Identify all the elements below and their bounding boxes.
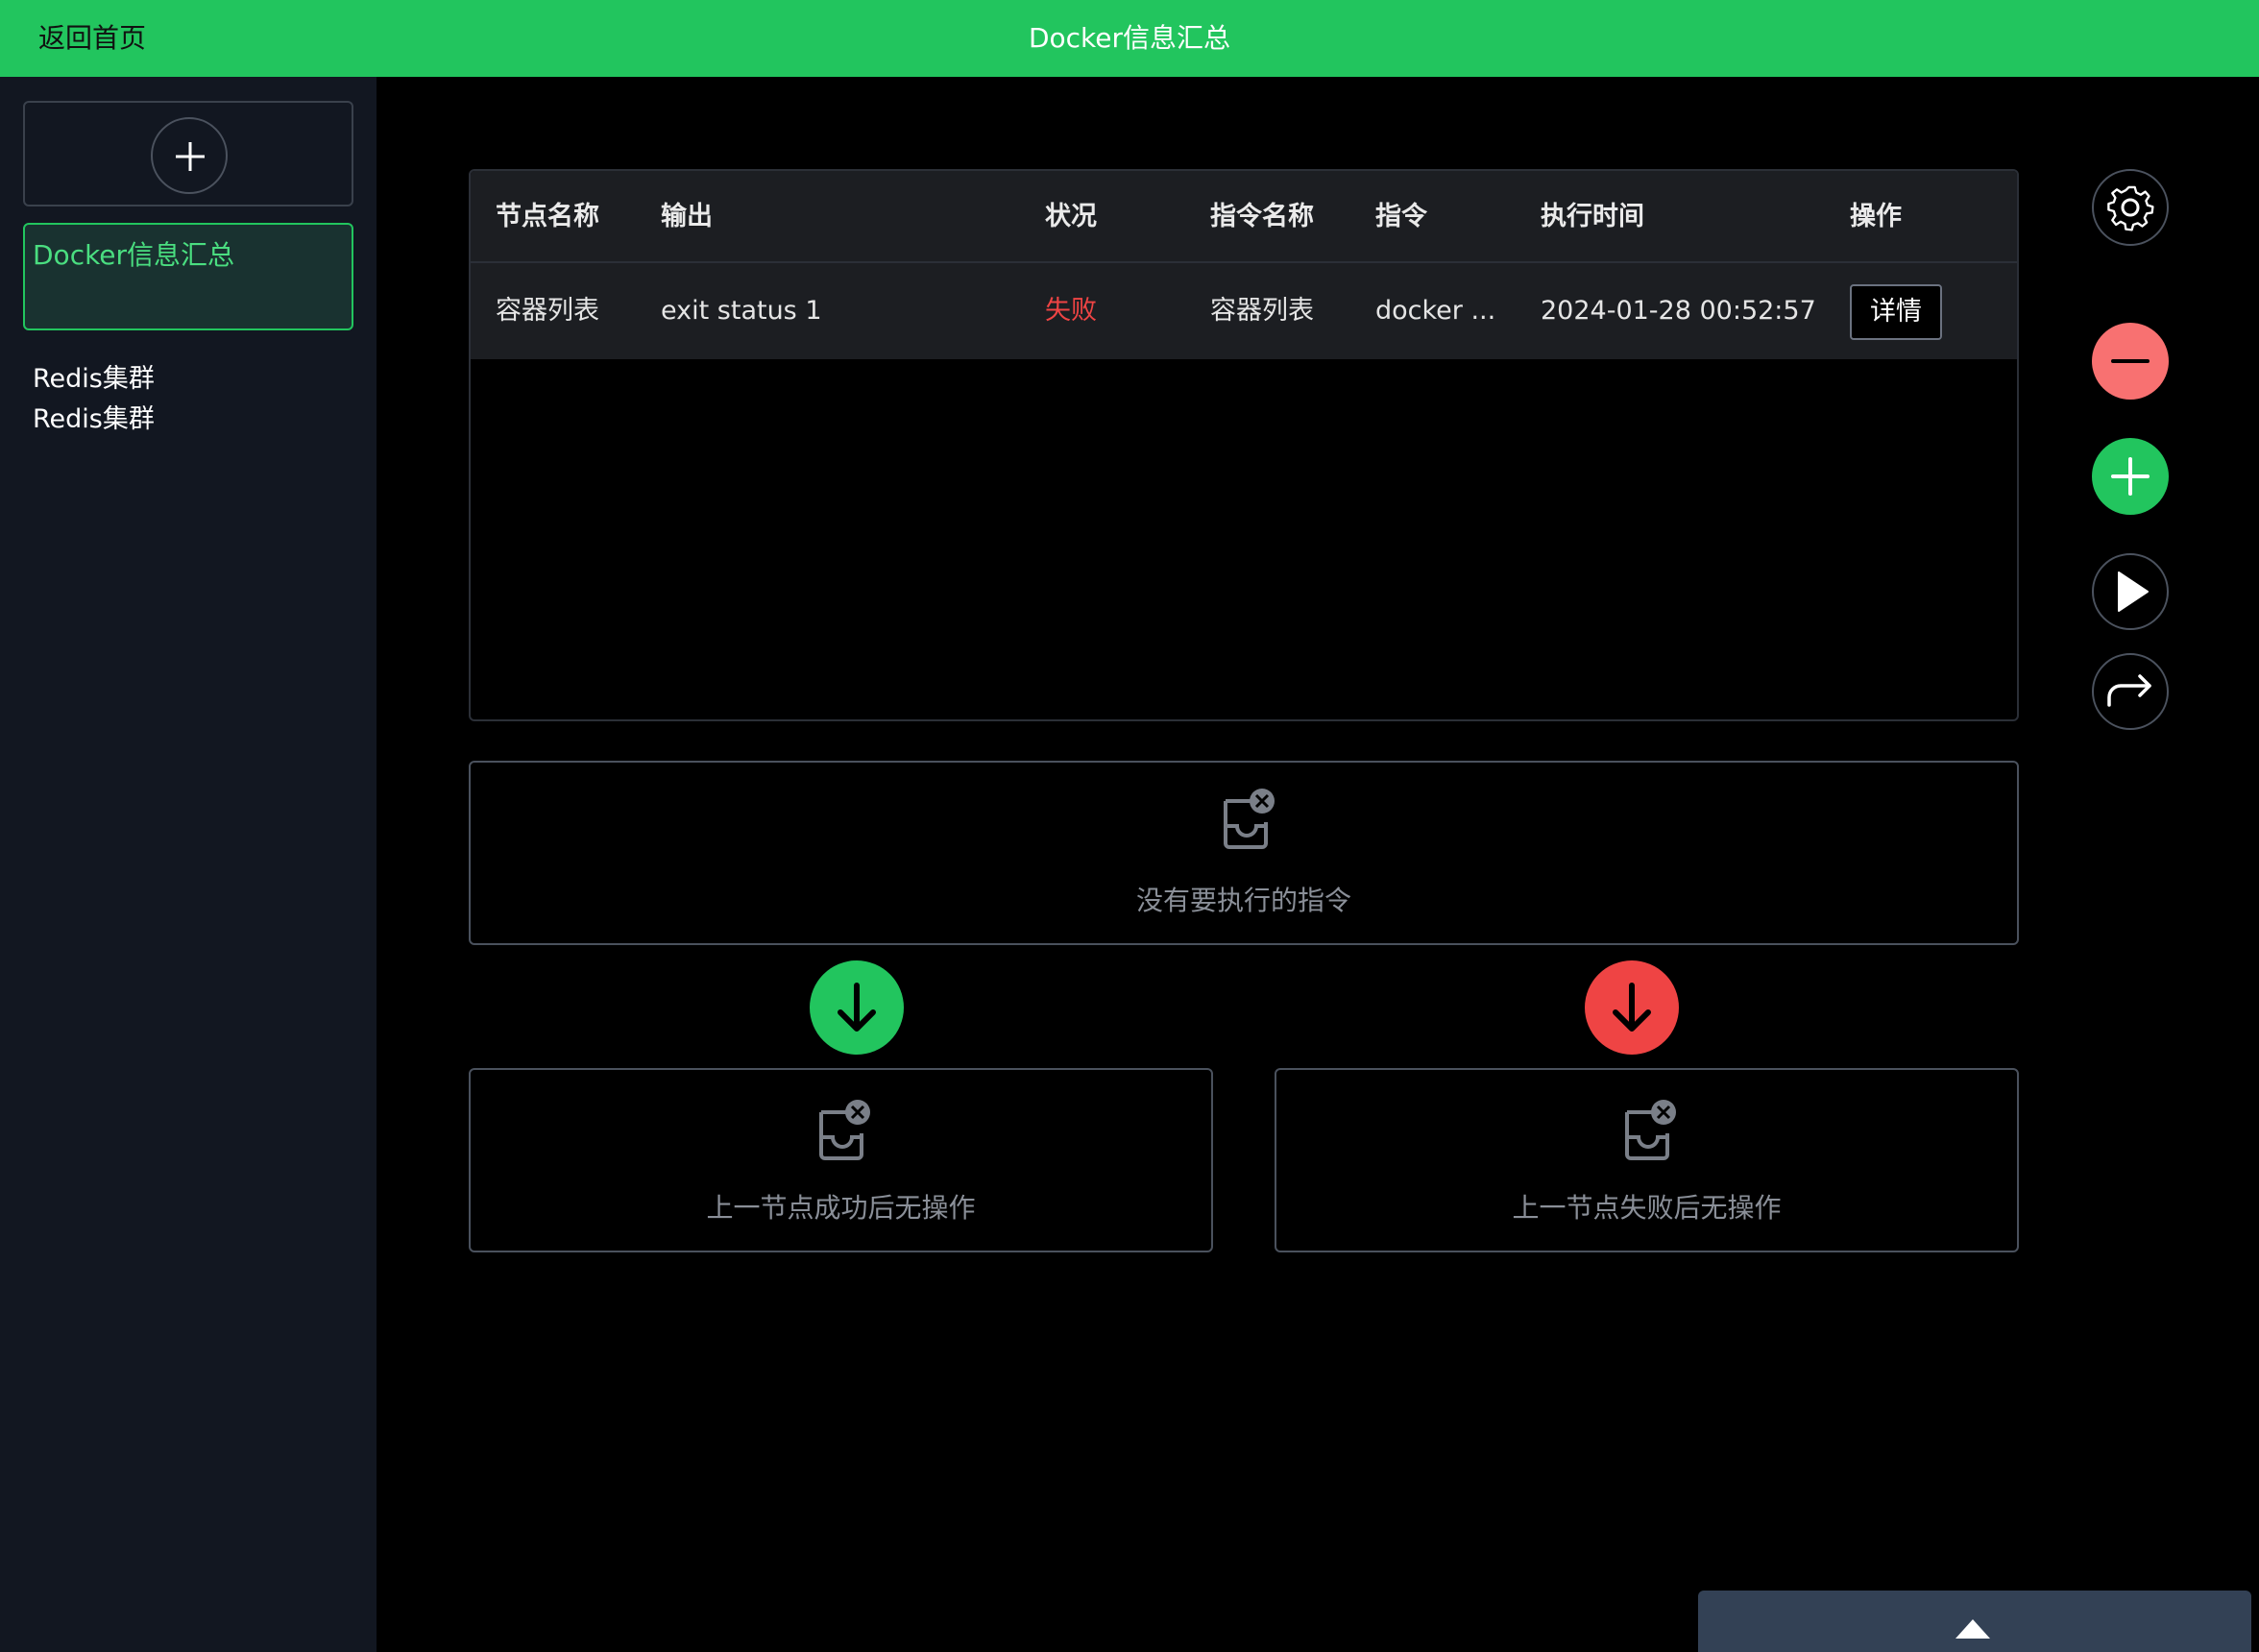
table-row: 容器列表 exit status 1 失败 容器列表 docker ... 20… [471, 263, 2017, 359]
arrow-down-icon [838, 983, 876, 1032]
settings-button[interactable] [2092, 169, 2169, 246]
status-badge: 失败 [1045, 296, 1097, 326]
add-flow-card[interactable] [23, 101, 353, 206]
redo-arrow-icon [2107, 674, 2151, 707]
caret-up-icon [1955, 1619, 1990, 1639]
empty-message: 上一节点成功后无操作 [706, 1192, 976, 1224]
cell-command-name: 容器列表 [1210, 296, 1314, 326]
column-header: 状况 [1045, 202, 1097, 231]
column-header: 输出 [661, 202, 713, 231]
execution-table: 节点名称 输出 状况 指令名称 指令 执行时间 操作 容器列表 exit sta… [469, 169, 2019, 721]
add-flow-button[interactable] [151, 117, 228, 194]
sidebar: Docker信息汇总 Redis集群 Redis集群 [0, 77, 376, 1652]
success-empty-state: 上一节点成功后无操作 [469, 1068, 1213, 1252]
empty-inbox-icon [819, 1100, 870, 1160]
page-title: Docker信息汇总 [1028, 22, 1231, 54]
table-header: 节点名称 输出 状况 指令名称 指令 执行时间 操作 [471, 171, 2017, 263]
sidebar-item-label: Docker信息汇总 [33, 239, 235, 271]
play-icon [2118, 571, 2149, 612]
success-branch-indicator [810, 960, 904, 1055]
run-button[interactable] [2092, 553, 2169, 630]
redirect-button[interactable] [2092, 653, 2169, 730]
plus-icon [176, 142, 205, 171]
remove-button[interactable] [2092, 323, 2169, 400]
empty-inbox-icon [1625, 1100, 1676, 1160]
column-header: 执行时间 [1541, 202, 1644, 231]
column-header: 操作 [1850, 202, 1902, 231]
cell-output: exit status 1 [661, 296, 822, 326]
cell-exec-time: 2024-01-28 00:52:57 [1541, 296, 1816, 326]
empty-message: 没有要执行的指令 [1135, 885, 1351, 916]
column-header: 节点名称 [496, 202, 599, 231]
log-drawer-toggle[interactable] [1698, 1591, 2251, 1652]
arrow-down-icon [1613, 983, 1651, 1032]
column-header: 指令名称 [1210, 202, 1314, 231]
failure-empty-state: 上一节点失败后无操作 [1275, 1068, 2019, 1252]
column-header: 指令 [1375, 202, 1427, 231]
add-button[interactable] [2092, 438, 2169, 515]
empty-message: 上一节点失败后无操作 [1512, 1192, 1782, 1224]
plus-icon [2111, 457, 2150, 496]
empty-inbox-icon [1224, 789, 1275, 849]
detail-button[interactable]: 详情 [1850, 284, 1942, 340]
cell-node-name: 容器列表 [496, 296, 599, 326]
failure-branch-indicator [1585, 960, 1679, 1055]
top-bar: 返回首页 Docker信息汇总 [0, 0, 2259, 77]
command-empty-state: 没有要执行的指令 [469, 761, 2019, 945]
minus-icon [2111, 359, 2150, 363]
sidebar-item-redis[interactable]: Redis集群 [33, 357, 155, 395]
cell-command: docker ... [1375, 296, 1496, 326]
gear-icon [2107, 185, 2154, 231]
sidebar-item-redis[interactable]: Redis集群 [33, 398, 155, 435]
sidebar-item-docker[interactable]: Docker信息汇总 [23, 223, 353, 330]
